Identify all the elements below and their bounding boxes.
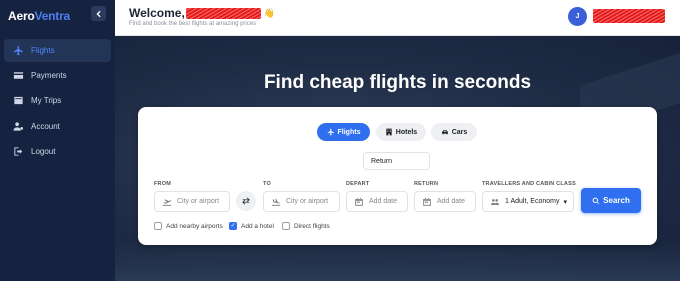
user-avatar[interactable]: J (568, 7, 587, 26)
search-icon (592, 197, 600, 204)
collapse-sidebar-button[interactable] (91, 6, 106, 21)
checkbox-checked[interactable]: ✓ (229, 222, 237, 230)
welcome-text: Welcome, (129, 6, 185, 20)
tab-flights[interactable]: Flights (317, 123, 370, 141)
plane-icon (327, 128, 334, 136)
hero-ground (115, 241, 680, 281)
user-gear-icon (12, 121, 24, 133)
nearby-airports-option[interactable]: Add nearby airports (154, 222, 223, 230)
credit-card-icon (12, 70, 24, 82)
sidebar-item-my-trips[interactable]: My Trips (4, 89, 111, 112)
top-bar: Welcome, 👋 Find and book the best flight… (115, 0, 680, 36)
depart-date-input[interactable]: Add date (346, 191, 408, 212)
search-card: Flights Hotels Cars Return FROM City or … (138, 107, 657, 245)
return-label: RETURN (414, 181, 439, 187)
option-label: Add nearby airports (166, 222, 223, 230)
sidebar-item-flights[interactable]: Flights (4, 39, 111, 62)
search-button[interactable]: Search (581, 188, 641, 213)
checkbox[interactable] (154, 222, 162, 230)
from-placeholder: City or airport (177, 198, 220, 205)
sidebar-item-label: Flights (31, 46, 55, 55)
trip-type-select[interactable]: Return (363, 152, 430, 170)
option-label: Direct flights (294, 222, 330, 230)
welcome-subtitle: Find and book the best flights at amazin… (129, 21, 257, 27)
plane-landing-icon (271, 198, 281, 206)
travellers-label: TRAVELLERS AND CABIN CLASS (482, 181, 576, 187)
sidebar-item-payments[interactable]: Payments (4, 64, 111, 87)
tab-label: Flights (337, 128, 361, 136)
sidebar-item-logout[interactable]: Logout (4, 140, 111, 163)
return-placeholder: Add date (437, 198, 466, 205)
sidebar-item-account[interactable]: Account (4, 115, 111, 138)
logout-icon (12, 146, 24, 158)
direct-flights-option[interactable]: Direct flights (282, 222, 330, 230)
brand-logo[interactable]: AeroVentra (8, 9, 70, 23)
sidebar-item-label: Account (31, 122, 60, 131)
sidebar-item-label: My Trips (31, 96, 62, 105)
swap-locations-button[interactable] (236, 191, 256, 211)
hero-title: Find cheap flights in seconds (263, 72, 532, 93)
calendar-icon (423, 197, 431, 206)
tab-label: Hotels (395, 128, 418, 136)
sidebar-item-label: Logout (31, 147, 56, 156)
sidebar-item-label: Payments (31, 71, 67, 80)
add-hotel-option[interactable]: ✓ Add a hotel (229, 222, 274, 230)
travellers-select[interactable]: 1 Adult, Economy ▾ (482, 191, 574, 212)
users-icon (490, 198, 500, 205)
hero-banner: Find cheap flights in seconds Flights Ho… (115, 36, 680, 281)
option-label: Add a hotel (241, 222, 274, 230)
from-input[interactable]: City or airport (154, 191, 230, 212)
chevron-left-icon (95, 10, 101, 17)
calendar-icon (355, 197, 363, 206)
to-label: TO (263, 181, 271, 187)
plane-icon (12, 45, 24, 57)
to-input[interactable]: City or airport (263, 191, 340, 212)
tab-hotels[interactable]: Hotels (376, 123, 426, 141)
wave-emoji: 👋 (263, 7, 276, 18)
plane-takeoff-icon (162, 199, 172, 206)
redacted-user-name[interactable] (593, 9, 665, 23)
tab-label: Cars (451, 128, 468, 136)
sidebar: AeroVentra Flights Payments My Trips Acc… (0, 0, 115, 281)
tab-cars[interactable]: Cars (431, 123, 477, 141)
depart-label: DEPART (346, 181, 370, 187)
car-icon (441, 130, 448, 135)
to-placeholder: City or airport (286, 198, 329, 205)
return-date-input[interactable]: Add date (414, 191, 476, 212)
redacted-username (185, 7, 261, 19)
trips-icon (12, 95, 24, 107)
travellers-value: 1 Adult, Economy (505, 198, 560, 205)
checkbox[interactable] (282, 222, 290, 230)
hotel-icon (386, 128, 392, 136)
welcome-heading: Welcome, 👋 (129, 6, 275, 20)
chevron-down-icon: ▾ (563, 198, 567, 206)
search-button-label: Search (603, 196, 630, 205)
swap-icon (242, 197, 250, 205)
from-label: FROM (154, 181, 171, 187)
depart-placeholder: Add date (369, 198, 398, 205)
